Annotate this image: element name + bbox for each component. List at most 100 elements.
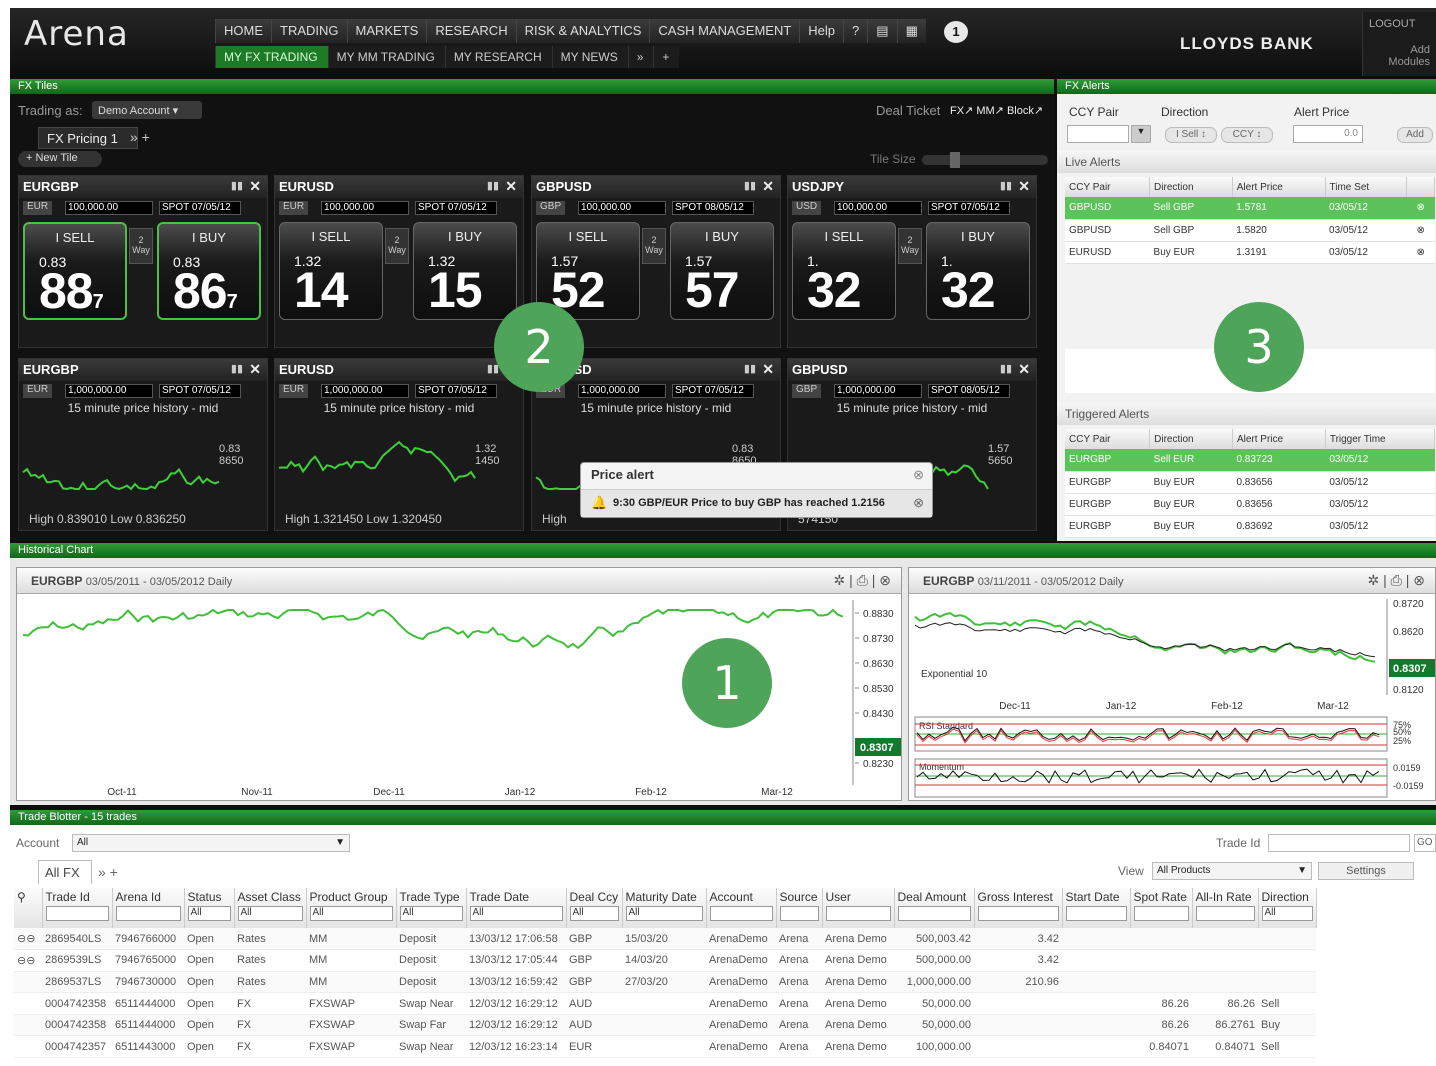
keyboard-icon[interactable]: ▤: [867, 19, 897, 43]
close-icon[interactable]: ✕: [762, 178, 774, 195]
amount-input[interactable]: 100,000.00: [321, 201, 409, 215]
logout-button[interactable]: LOGOUT: [1369, 18, 1430, 30]
pair-select[interactable]: GBPUSD: [792, 362, 848, 377]
column-filter[interactable]: All: [569, 906, 619, 921]
value-date[interactable]: SPOT 08/05/12: [928, 384, 1010, 398]
amount-input[interactable]: 100,000.00: [65, 201, 153, 215]
column-filter[interactable]: [709, 906, 773, 921]
link-icon[interactable]: [14, 1014, 42, 1037]
two-way-toggle[interactable]: 2 Way: [898, 228, 922, 264]
print-icon[interactable]: ⎙: [857, 572, 868, 588]
tab-more-icon[interactable]: » +: [130, 129, 150, 145]
column-filter[interactable]: All: [625, 906, 703, 921]
column-filter[interactable]: [779, 906, 819, 921]
value-date[interactable]: SPOT 07/05/12: [672, 384, 754, 398]
link-icon[interactable]: [14, 1035, 42, 1059]
col-header[interactable]: All-In Rate: [1192, 888, 1259, 928]
triggered-row[interactable]: EURGBP Buy EUR 0.83692 03/05/12: [1065, 515, 1435, 538]
close-icon[interactable]: ✕: [762, 361, 774, 378]
tab-all-fx[interactable]: All FX: [38, 860, 92, 884]
tab-my-fx-trading[interactable]: MY FX TRADING: [215, 46, 328, 68]
table-row[interactable]: 0004742358 6511444000 Open FX FXSWAP Swap Nea…: [14, 992, 1316, 1015]
view-select[interactable]: All Products ▼: [1152, 862, 1312, 880]
pair-select[interactable]: EURUSD: [279, 362, 334, 377]
column-filter[interactable]: [1133, 906, 1189, 921]
col-alert-price[interactable]: Alert Price: [1232, 429, 1326, 449]
value-date[interactable]: SPOT 07/05/12: [159, 384, 241, 398]
buy-button[interactable]: I BUY 1.32 15: [413, 222, 517, 320]
chart-toggle-icon[interactable]: ▮▮: [744, 362, 756, 375]
mm-link[interactable]: MM: [976, 105, 994, 117]
close-icon[interactable]: ✕: [1018, 178, 1030, 195]
filter-icon[interactable]: ⚲: [14, 888, 43, 928]
col-header[interactable]: Trade Date All: [466, 888, 567, 928]
ccy-toggle[interactable]: EUR: [279, 384, 309, 398]
triggered-row[interactable]: EURGBP Buy EUR 0.83656 03/05/12: [1065, 471, 1435, 494]
delete-icon[interactable]: ⊗: [1406, 197, 1435, 220]
tile-size-slider[interactable]: [922, 152, 1048, 168]
col-header[interactable]: Start Date: [1062, 888, 1131, 928]
pair-select[interactable]: EURGBP: [23, 179, 79, 194]
add-modules-button[interactable]: Add Modules: [1369, 44, 1430, 68]
delete-icon[interactable]: ⊗: [1406, 241, 1435, 264]
chart-toggle-icon[interactable]: ▮▮: [231, 179, 243, 192]
add-tab-icon[interactable]: +: [653, 46, 680, 68]
table-row[interactable]: 0004742358 6511444000 Open FX FXSWAP Swap Far…: [14, 1014, 1316, 1037]
tab-more-icon[interactable]: » +: [98, 864, 118, 880]
block-link[interactable]: Block: [1007, 105, 1034, 117]
notification-badge[interactable]: 1: [944, 21, 968, 43]
column-filter[interactable]: [977, 906, 1059, 921]
col-trigger-time[interactable]: Trigger Time: [1325, 429, 1436, 449]
col-header[interactable]: User: [822, 888, 895, 928]
value-date[interactable]: SPOT 07/05/12: [415, 384, 497, 398]
buy-button[interactable]: I BUY 1.57 57: [670, 222, 774, 320]
tab-my-mm-trading[interactable]: MY MM TRADING: [327, 46, 445, 68]
dismiss-icon[interactable]: ⊗: [913, 495, 924, 511]
col-header[interactable]: Status All: [184, 888, 235, 928]
go-button[interactable]: GO: [1414, 834, 1436, 852]
link-icon[interactable]: [14, 971, 42, 994]
alert-row[interactable]: GBPUSD Sell GBP 1.5781 03/05/12 ⊗: [1065, 197, 1435, 220]
col-header[interactable]: Trade Id: [42, 888, 113, 928]
amount-input[interactable]: 1,000,000.00: [65, 384, 153, 398]
link-icon[interactable]: [14, 992, 42, 1015]
col-time-set[interactable]: Time Set: [1325, 177, 1408, 197]
column-filter[interactable]: All: [469, 906, 563, 921]
col-ccy[interactable]: CCY Pair: [1065, 429, 1151, 449]
alert-row[interactable]: EURUSD Buy EUR 1.3191 03/05/12 ⊗: [1065, 241, 1435, 264]
table-row[interactable]: 0004742357 6511443000 Open FX FXSWAP Swap Nea…: [14, 1035, 1316, 1059]
sell-button[interactable]: I SELL 1.32 14: [279, 222, 383, 320]
pair-select[interactable]: EURGBP: [23, 362, 79, 377]
alert-price-input[interactable]: 0.0: [1293, 125, 1363, 143]
two-way-toggle[interactable]: 2 Way: [385, 228, 409, 264]
column-filter[interactable]: All: [1261, 906, 1313, 921]
link-icon[interactable]: ⊖⊖: [14, 949, 42, 972]
col-header[interactable]: Spot Rate: [1130, 888, 1193, 928]
nav-home[interactable]: HOME: [215, 19, 271, 43]
sell-button[interactable]: I SELL 1. 32: [792, 222, 896, 320]
ccy-pair-input[interactable]: [1067, 125, 1129, 143]
tab-my-news[interactable]: MY NEWS: [551, 46, 628, 68]
col-header[interactable]: Account: [706, 888, 777, 928]
pair-select[interactable]: EURUSD: [279, 179, 334, 194]
value-date[interactable]: SPOT 07/05/12: [159, 201, 241, 215]
nav-trading[interactable]: TRADING: [271, 19, 347, 43]
nav-markets[interactable]: MARKETS: [346, 19, 427, 43]
delete-icon[interactable]: ⊗: [1406, 219, 1435, 242]
new-tile-button[interactable]: + New Tile: [18, 151, 102, 167]
amount-input[interactable]: 1,000,000.00: [834, 384, 922, 398]
amount-input[interactable]: 100,000.00: [834, 201, 922, 215]
col-ccy[interactable]: CCY Pair: [1065, 177, 1151, 197]
account-select[interactable]: Demo Account ▾: [92, 101, 202, 119]
col-header[interactable]: Asset Class All: [234, 888, 307, 928]
close-icon[interactable]: ⊗: [879, 572, 891, 588]
ccy-toggle[interactable]: GBP: [792, 384, 822, 398]
buy-button[interactable]: I BUY 0.83 867: [157, 222, 261, 320]
tab-fx-pricing[interactable]: FX Pricing 1: [38, 127, 138, 149]
value-date[interactable]: SPOT 07/05/12: [928, 201, 1010, 215]
value-date[interactable]: SPOT 08/05/12: [672, 201, 754, 215]
nav-risk[interactable]: RISK & ANALYTICS: [515, 19, 650, 43]
direction-ccy-toggle[interactable]: CCY ↕: [1221, 127, 1273, 143]
col-header[interactable]: Deal Ccy All: [566, 888, 623, 928]
table-row[interactable]: 2869537LS 7946730000 Open Rates MM Deposit 13/…: [14, 971, 1316, 994]
